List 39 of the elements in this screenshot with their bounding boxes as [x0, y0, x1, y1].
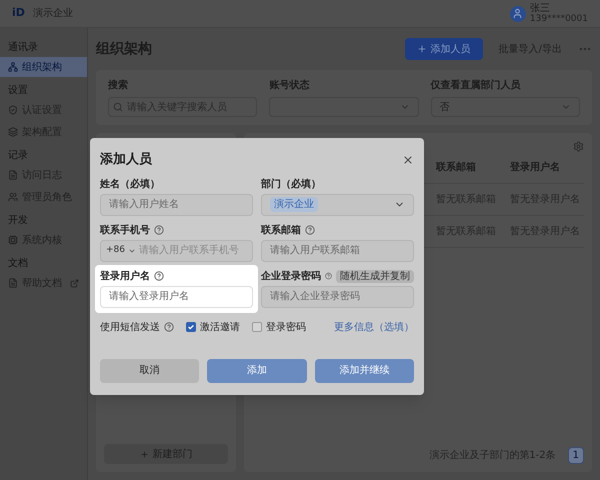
checkbox-option[interactable]: 登录密码	[252, 320, 306, 334]
page-number[interactable]: 1	[568, 447, 584, 464]
logo: iD	[12, 5, 25, 22]
avatar[interactable]	[510, 6, 526, 22]
country-code[interactable]: +86	[106, 244, 125, 258]
input-field[interactable]: 请输入登录用户名	[100, 286, 253, 308]
password-field[interactable]: 请输入企业登录密码	[261, 286, 414, 308]
checkbox-option[interactable]: 激活邀请	[186, 320, 240, 334]
select-field[interactable]	[269, 97, 419, 117]
field-label: 联系手机号	[100, 224, 150, 238]
input-field[interactable]: 请输入用户联系邮箱	[261, 240, 414, 262]
cancel-button[interactable]: 取消	[100, 358, 200, 382]
close-icon[interactable]	[402, 154, 414, 166]
sidebar-item[interactable]: 组织架构	[0, 57, 87, 77]
plus-icon	[416, 44, 427, 54]
dialog-title: 添加人员	[100, 151, 152, 169]
select-field[interactable]: 演示企业	[261, 194, 414, 216]
add-person-button[interactable]: 添加人员	[404, 38, 483, 60]
department-tag: 演示企业	[270, 197, 318, 212]
checkbox[interactable]	[252, 322, 262, 332]
field-label: 登录用户名	[100, 269, 150, 284]
settings-icon[interactable]	[573, 141, 584, 152]
field-label: 部门（必填）	[261, 177, 321, 192]
field-label: 企业登录密码	[261, 270, 321, 284]
submit-button[interactable]: 添加并继续	[314, 358, 414, 382]
sms-label: 使用短信发送	[100, 320, 160, 334]
more-info-link[interactable]: 更多信息（选填）	[334, 320, 414, 334]
submit-button[interactable]: 添加	[207, 358, 307, 382]
check-icon	[187, 323, 195, 331]
field-label: 姓名（必填）	[100, 178, 160, 192]
generate-password-button[interactable]: 随机生成并复制	[336, 270, 414, 282]
phone-field[interactable]: +86 请输入用户联系手机号	[100, 240, 253, 262]
plus-icon	[140, 450, 148, 458]
checkbox[interactable]	[186, 322, 196, 332]
phone-input[interactable]: 请输入用户联系手机号	[139, 243, 247, 258]
search-icon	[113, 102, 123, 112]
field-label: 联系邮箱	[261, 224, 301, 238]
user-icon	[512, 8, 524, 19]
input-field[interactable]: 请输入用户姓名	[100, 194, 253, 216]
